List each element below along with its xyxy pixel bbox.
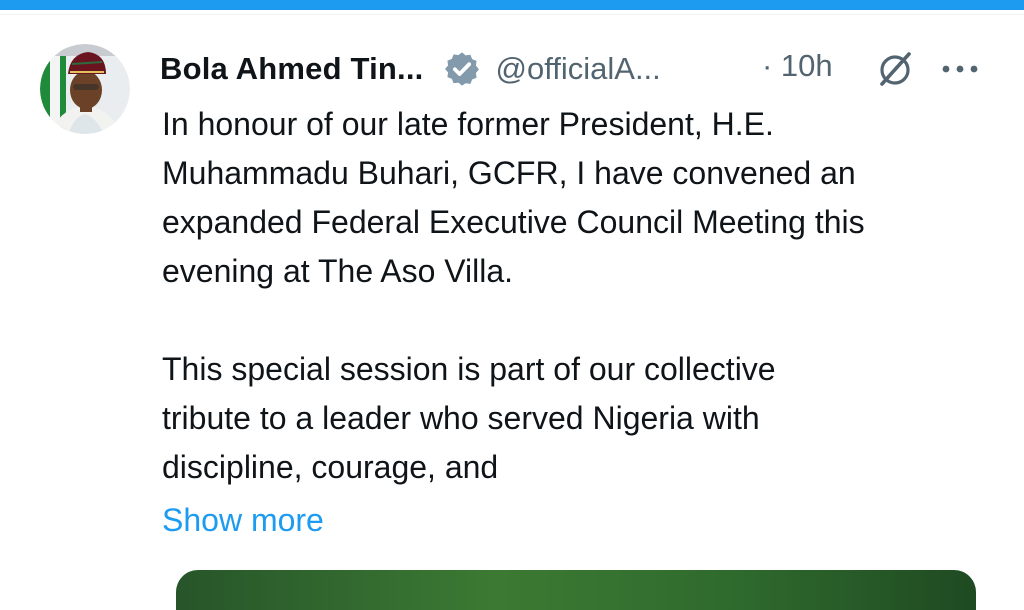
tweet-timestamp[interactable]: · 10h xyxy=(762,48,833,84)
tweet-media-preview[interactable] xyxy=(176,570,976,610)
verified-badge-icon[interactable] xyxy=(443,50,481,88)
tweet-paragraph: In honour of our late former President, … xyxy=(162,100,1002,296)
author-handle[interactable]: @officialA... xyxy=(495,51,660,87)
author-name[interactable]: Bola Ahmed Tin... xyxy=(160,51,423,87)
more-dots-icon[interactable] xyxy=(940,52,980,86)
top-divider xyxy=(0,14,1024,15)
avatar-image xyxy=(40,44,130,134)
tweet-line: expanded Federal Executive Council Meeti… xyxy=(162,204,865,240)
tweet-text: In honour of our late former President, … xyxy=(162,100,1002,492)
tweet-line: This special session is part of our coll… xyxy=(162,351,776,387)
tweet-line: In honour of our late former President, … xyxy=(162,106,774,142)
tweet-paragraph: This special session is part of our coll… xyxy=(162,345,1002,492)
top-accent-bar xyxy=(0,0,1024,10)
grok-slash-icon[interactable] xyxy=(874,48,916,90)
avatar[interactable] xyxy=(40,44,130,134)
tweet-header: Bola Ahmed Tin... @officialA... xyxy=(160,44,661,94)
tweet-line: evening at The Aso Villa. xyxy=(162,253,514,289)
tweet-line: discipline, courage, and xyxy=(162,449,499,485)
tweet-line: tribute to a leader who served Nigeria w… xyxy=(162,400,760,436)
show-more-link[interactable]: Show more xyxy=(162,496,324,545)
tweet-line: Muhammadu Buhari, GCFR, I have convened … xyxy=(162,155,856,191)
